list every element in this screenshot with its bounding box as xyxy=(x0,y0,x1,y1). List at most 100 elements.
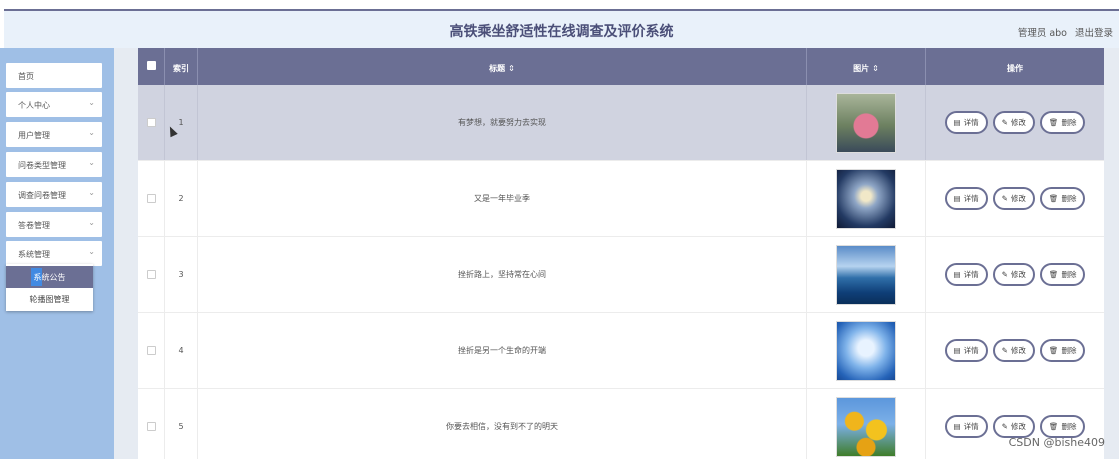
detail-button[interactable]: ▤ 详情 xyxy=(944,187,988,210)
document-icon: ▤ xyxy=(953,118,961,127)
button-label: 修改 xyxy=(1010,422,1026,431)
admin-user-label: 管理员 abo xyxy=(1017,28,1067,39)
sidebar-item-system-management[interactable]: 系统管理 ⌄ xyxy=(6,241,102,266)
index-column-header: 索引 xyxy=(165,48,198,85)
actions-column-header: 操作 xyxy=(1007,64,1023,73)
document-icon: ▤ xyxy=(953,270,961,279)
page-title: 高铁乘坐舒适性在线调查及评价系统 xyxy=(449,24,674,40)
top-header: 高铁乘坐舒适性在线调查及评价系统 管理员 abo 退出登录 xyxy=(4,9,1119,48)
table-row[interactable]: 1 有梦想，就要努力去实现 ▤ 详情 ✎ 修改 🗑 删除 xyxy=(138,85,1104,161)
sky-image[interactable] xyxy=(836,320,896,381)
pencil-icon: ✎ xyxy=(1001,118,1008,127)
detail-button[interactable]: ▤ 详情 xyxy=(944,339,988,362)
select-all-header xyxy=(138,48,165,85)
row-image-cell xyxy=(807,85,926,160)
row-image-cell xyxy=(807,389,926,459)
submenu-item-carousel[interactable]: 轮播图管理 xyxy=(6,288,93,310)
content-gutter xyxy=(114,48,138,459)
row-checkbox[interactable] xyxy=(146,194,156,203)
sunflower-image[interactable] xyxy=(836,396,896,457)
row-checkbox[interactable] xyxy=(146,422,156,431)
sidebar-item-personal-center[interactable]: 个人中心 ⌄ xyxy=(6,92,102,117)
flowers-image[interactable] xyxy=(836,92,896,153)
chevron-down-icon: ⌄ xyxy=(88,128,95,137)
delete-button[interactable]: 🗑 删除 xyxy=(1039,339,1086,362)
select-all-checkbox[interactable] xyxy=(146,61,156,70)
edit-button[interactable]: ✎ 修改 xyxy=(992,187,1035,210)
table-row[interactable]: 2 又是一年毕业季 ▤ 详情 ✎ 修改 🗑 删除 xyxy=(138,161,1104,237)
delete-button[interactable]: 🗑 删除 xyxy=(1039,111,1086,134)
row-actions: ▤ 详情 ✎ 修改 🗑 删除 xyxy=(926,85,1104,160)
document-icon: ▤ xyxy=(953,346,961,355)
graduation-image[interactable] xyxy=(836,168,896,229)
logout-link[interactable]: 退出登录 xyxy=(1075,25,1113,39)
sidebar-item-survey-management[interactable]: 调查问卷管理 ⌄ xyxy=(6,182,102,207)
row-checkbox[interactable] xyxy=(146,118,156,127)
watermark: CSDN @bishe409 xyxy=(1008,436,1105,449)
row-checkbox[interactable] xyxy=(146,346,156,355)
sidebar-item-label: 个人中心 xyxy=(18,101,50,110)
row-select-cell xyxy=(138,85,165,160)
chevron-down-icon: ⌄ xyxy=(88,158,95,167)
row-index: 3 xyxy=(165,237,198,312)
row-select-cell xyxy=(138,389,165,459)
button-label: 修改 xyxy=(1010,346,1026,355)
delete-button[interactable]: 🗑 删除 xyxy=(1039,415,1086,438)
row-actions: ▤ 详情 ✎ 修改 🗑 删除 xyxy=(926,161,1104,236)
chevron-down-icon: ⌄ xyxy=(88,218,95,227)
sidebar-item-home[interactable]: 首页 xyxy=(6,63,102,88)
button-label: 删除 xyxy=(1061,194,1077,203)
sidebar-item-user-management[interactable]: 用户管理 ⌄ xyxy=(6,122,102,147)
sidebar: 首页 个人中心 ⌄ 用户管理 ⌄ 问卷类型管理 ⌄ 调查问卷管理 ⌄ 答卷管理 … xyxy=(0,48,114,459)
row-image-cell xyxy=(807,161,926,236)
table-row[interactable]: 3 挫折路上，坚持常在心间 ▤ 详情 ✎ 修改 🗑 删除 xyxy=(138,237,1104,313)
row-title: 又是一年毕业季 xyxy=(198,161,807,236)
chevron-down-icon: ⌄ xyxy=(88,98,95,107)
edit-button[interactable]: ✎ 修改 xyxy=(992,415,1035,438)
pencil-icon: ✎ xyxy=(1001,194,1008,203)
button-label: 删除 xyxy=(1061,346,1077,355)
lake-image[interactable] xyxy=(836,244,896,305)
button-label: 修改 xyxy=(1010,194,1026,203)
button-label: 删除 xyxy=(1061,270,1077,279)
sort-icon: ⇕ xyxy=(508,64,515,73)
sidebar-item-questionnaire-type[interactable]: 问卷类型管理 ⌄ xyxy=(6,152,102,177)
row-image-cell xyxy=(807,313,926,388)
row-select-cell xyxy=(138,161,165,236)
edit-button[interactable]: ✎ 修改 xyxy=(992,263,1035,286)
delete-button[interactable]: 🗑 删除 xyxy=(1039,187,1086,210)
detail-button[interactable]: ▤ 详情 xyxy=(944,263,988,286)
row-select-cell xyxy=(138,237,165,312)
trash-icon: 🗑 xyxy=(1048,118,1059,127)
row-checkbox[interactable] xyxy=(146,270,156,279)
submenu-item-announcements[interactable]: 系统公告 xyxy=(6,266,93,288)
title-column-header[interactable]: 标题 ⇕ xyxy=(198,48,807,85)
row-index: 1 xyxy=(165,85,198,160)
trash-icon: 🗑 xyxy=(1048,194,1059,203)
row-index: 5 xyxy=(165,389,198,459)
announcements-table: 索引 标题 ⇕ 图片 ⇕ 操作 1 有梦想，就要努力去实现 ▤ 详情 ✎ 修改 🗑 删除 … xyxy=(138,48,1104,459)
submenu-item-label: 轮播图管理 xyxy=(29,295,70,304)
sidebar-item-label: 系统管理 xyxy=(18,250,50,259)
detail-button[interactable]: ▤ 详情 xyxy=(944,111,988,134)
detail-button[interactable]: ▤ 详情 xyxy=(944,415,988,438)
row-title: 挫折路上，坚持常在心间 xyxy=(198,237,807,312)
table-row[interactable]: 4 挫折是另一个生命的开端 ▤ 详情 ✎ 修改 🗑 删除 xyxy=(138,313,1104,389)
sidebar-item-answer-management[interactable]: 答卷管理 ⌄ xyxy=(6,212,102,237)
edit-button[interactable]: ✎ 修改 xyxy=(992,111,1035,134)
button-label: 详情 xyxy=(963,422,979,431)
row-actions: ▤ 详情 ✎ 修改 🗑 删除 xyxy=(926,237,1104,312)
row-select-cell xyxy=(138,313,165,388)
delete-button[interactable]: 🗑 删除 xyxy=(1039,263,1086,286)
row-title: 挫折是另一个生命的开端 xyxy=(198,313,807,388)
row-title: 你要去相信，没有到不了的明天 xyxy=(198,389,807,459)
trash-icon: 🗑 xyxy=(1048,346,1059,355)
edit-button[interactable]: ✎ 修改 xyxy=(992,339,1035,362)
image-column-header[interactable]: 图片 ⇕ xyxy=(807,48,926,85)
pencil-icon: ✎ xyxy=(1001,346,1008,355)
row-image-cell xyxy=(807,237,926,312)
row-index: 4 xyxy=(165,313,198,388)
sidebar-item-label: 调查问卷管理 xyxy=(18,191,66,200)
table-row[interactable]: 5 你要去相信，没有到不了的明天 ▤ 详情 ✎ 修改 🗑 删除 xyxy=(138,389,1104,459)
row-actions: ▤ 详情 ✎ 修改 🗑 删除 xyxy=(926,313,1104,388)
